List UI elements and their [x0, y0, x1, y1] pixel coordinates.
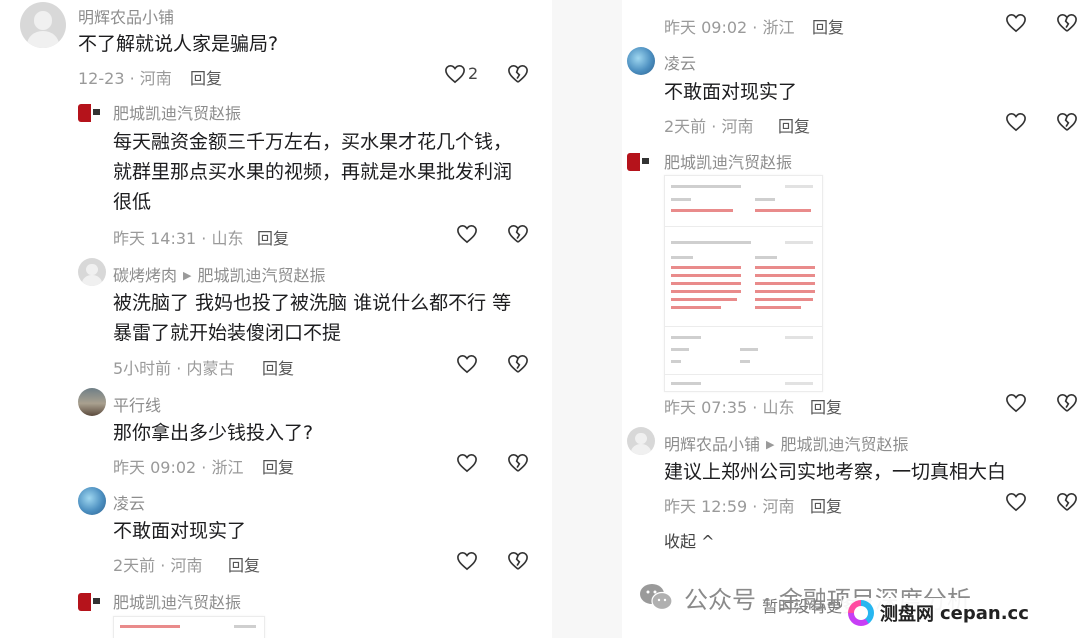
broken-heart-icon — [508, 224, 528, 243]
wechat-icon — [640, 584, 673, 611]
dislike-button[interactable] — [505, 451, 531, 475]
broken-heart-icon — [508, 64, 528, 83]
dislike-button[interactable] — [1054, 391, 1080, 415]
comment-author[interactable]: 肥城凯迪汽贸赵振 — [113, 589, 241, 613]
comment-text: 那你拿出多少钱投入了? — [113, 422, 314, 444]
dislike-button[interactable] — [1054, 110, 1080, 134]
heart-icon — [457, 224, 477, 244]
broken-heart-icon — [1057, 393, 1077, 412]
reply-button[interactable]: 回复 — [262, 454, 294, 478]
comment-text: 建议上郑州公司实地考察，一切真相大白 — [664, 461, 1007, 483]
collapse-button[interactable]: 收起 ^ — [664, 528, 715, 552]
comment-author: 碳烤烤肉 ▶ 肥城凯迪汽贸赵振 — [113, 262, 326, 286]
dislike-button[interactable] — [1054, 490, 1080, 514]
site-badge: 测盘网 cepan.cc — [842, 598, 1035, 628]
comment-meta: 昨天 12:59 · 河南 — [664, 497, 795, 516]
comment-author[interactable]: 凌云 — [664, 50, 696, 74]
reply-arrow-icon: ▶ — [766, 438, 775, 451]
like-button[interactable] — [442, 62, 468, 86]
dislike-button[interactable] — [505, 62, 531, 86]
like-button[interactable] — [1003, 110, 1029, 134]
like-button[interactable] — [454, 451, 480, 475]
avatar[interactable] — [78, 258, 106, 286]
site-badge-cn: 测盘网 — [880, 604, 934, 625]
attached-screenshot[interactable] — [113, 616, 265, 638]
broken-heart-icon — [1057, 492, 1077, 511]
comment-text: 每天融资金额三千万左右，买水果才花几个钱， 就群里那点买水果的视频，再就是水果批… — [113, 131, 513, 213]
comment-text: 被洗脑了 我妈也投了被洗脑 谁说什么都不行 等 暴雷了就开始装傻闭口不提 — [113, 292, 512, 344]
broken-heart-icon — [508, 551, 528, 570]
heart-icon — [457, 354, 477, 374]
reply-button[interactable]: 回复 — [810, 493, 842, 517]
site-logo-icon — [848, 600, 874, 626]
heart-icon — [457, 551, 477, 571]
comment-author[interactable]: 肥城凯迪汽贸赵振 — [664, 149, 792, 173]
reply-arrow-icon: ▶ — [183, 269, 192, 282]
avatar[interactable] — [627, 427, 655, 455]
heart-icon — [1006, 393, 1026, 413]
reply-button[interactable]: 回复 — [262, 355, 294, 379]
heart-icon — [445, 64, 465, 84]
dislike-button[interactable] — [505, 549, 531, 573]
avatar[interactable] — [627, 153, 651, 171]
heart-icon — [457, 453, 477, 473]
dislike-button[interactable] — [505, 222, 531, 246]
comment-author[interactable]: 凌云 — [113, 490, 145, 514]
avatar[interactable] — [78, 593, 102, 611]
heart-icon — [1006, 13, 1026, 33]
comment-meta: 5小时前 · 内蒙古 — [113, 359, 235, 378]
like-button[interactable] — [454, 352, 480, 376]
comment-author-name[interactable]: 明辉农品小铺 — [664, 435, 760, 454]
like-button[interactable] — [1003, 490, 1029, 514]
comment-meta: 昨天 14:31 · 山东 — [113, 229, 244, 248]
heart-icon — [1006, 112, 1026, 132]
heart-icon — [1006, 492, 1026, 512]
comment-meta: 昨天 09:02 · 浙江 — [113, 458, 244, 477]
comment-meta: 昨天 07:35 · 山东 — [664, 398, 795, 417]
comment-author[interactable]: 平行线 — [113, 392, 161, 416]
comment-author[interactable]: 明辉农品小铺 — [78, 4, 174, 28]
avatar[interactable] — [78, 388, 106, 416]
comment-meta: 2天前 · 河南 — [113, 556, 203, 575]
comment-author[interactable]: 肥城凯迪汽贸赵振 — [113, 100, 241, 124]
reply-button[interactable]: 回复 — [190, 65, 222, 89]
avatar[interactable] — [627, 47, 655, 75]
reply-to-name[interactable]: 肥城凯迪汽贸赵振 — [197, 266, 325, 285]
comment-meta: 2天前 · 河南 — [664, 117, 754, 136]
reply-button[interactable]: 回复 — [778, 113, 810, 137]
broken-heart-icon — [1057, 112, 1077, 131]
attached-screenshot[interactable] — [664, 175, 823, 392]
comment-text: 不敢面对现实了 — [664, 81, 798, 103]
reply-button[interactable]: 回复 — [812, 14, 844, 38]
avatar[interactable] — [20, 2, 66, 48]
comment-meta: 昨天 09:02 · 浙江 — [664, 18, 795, 37]
like-button[interactable] — [1003, 391, 1029, 415]
broken-heart-icon — [1057, 13, 1077, 32]
dislike-button[interactable] — [1054, 11, 1080, 35]
avatar[interactable] — [78, 104, 102, 122]
reply-button[interactable]: 回复 — [810, 394, 842, 418]
comment-panel-right[interactable]: 昨天 09:02 · 浙江 回复 凌云 不敢面对现实了 2天前 · 河南 回复 … — [552, 0, 1080, 638]
comment-text: 不了解就说人家是骗局? — [78, 33, 279, 55]
like-button[interactable] — [454, 549, 480, 573]
comment-meta: 12-23 · 河南 — [78, 69, 172, 88]
site-badge-en: cepan.cc — [940, 602, 1029, 624]
comment-text: 不敢面对现实了 — [113, 520, 247, 542]
like-count: 2 — [468, 64, 479, 83]
broken-heart-icon — [508, 354, 528, 373]
comment-author: 明辉农品小铺 ▶ 肥城凯迪汽贸赵振 — [664, 431, 909, 455]
broken-heart-icon — [508, 453, 528, 472]
reply-to-name[interactable]: 肥城凯迪汽贸赵振 — [780, 435, 908, 454]
like-button[interactable] — [1003, 11, 1029, 35]
comment-panel-left[interactable]: 明辉农品小铺 不了解就说人家是骗局? 12-23 · 河南 回复 2 肥城凯迪汽… — [0, 0, 552, 638]
like-button[interactable] — [454, 222, 480, 246]
reply-button[interactable]: 回复 — [257, 225, 289, 249]
dislike-button[interactable] — [505, 352, 531, 376]
avatar[interactable] — [78, 487, 106, 515]
comment-author-name[interactable]: 碳烤烤肉 — [113, 266, 177, 285]
reply-button[interactable]: 回复 — [228, 552, 260, 576]
